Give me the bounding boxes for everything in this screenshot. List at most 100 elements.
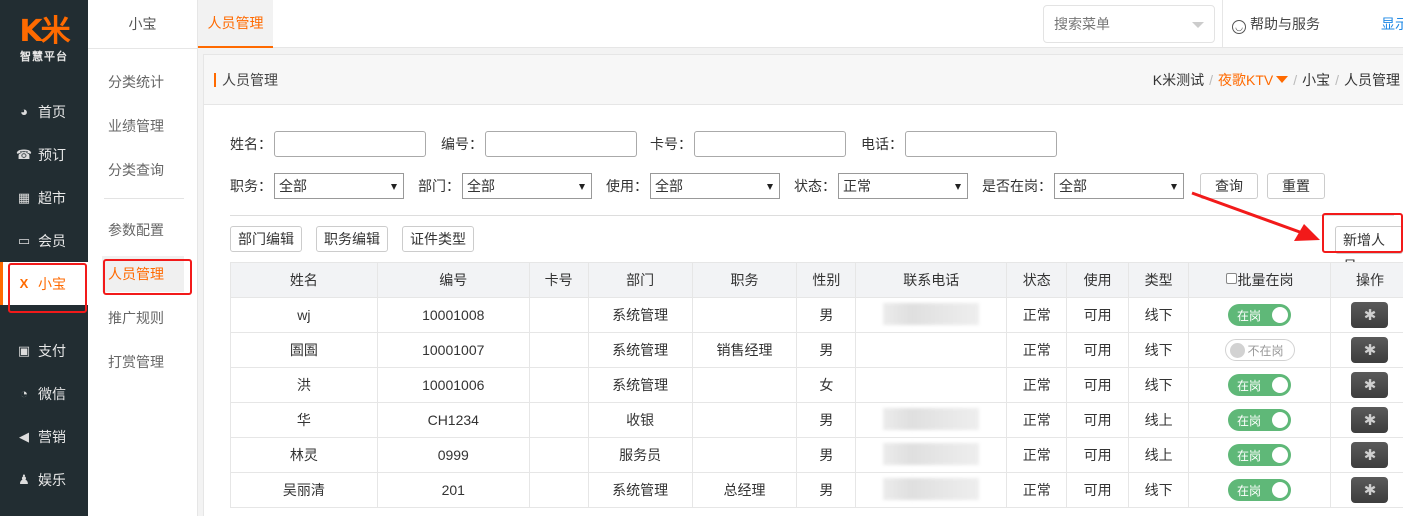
- onduty-toggle[interactable]: 在岗: [1228, 374, 1292, 396]
- cell-actions: ✱: [1329, 472, 1403, 508]
- dept-select-value: 全部: [467, 178, 495, 194]
- help-service-link[interactable]: ◡ 帮助与服务: [1232, 0, 1320, 48]
- column-header-dept[interactable]: 部门: [587, 262, 693, 298]
- cell-phone: [855, 402, 1008, 438]
- gear-icon[interactable]: ✱: [1351, 302, 1389, 328]
- sidebar-item-2[interactable]: ▦ 超市: [0, 176, 88, 219]
- column-header-card[interactable]: 卡号: [528, 262, 589, 298]
- dept-select[interactable]: 全部: [462, 173, 592, 199]
- page-title: 人员管理: [214, 55, 278, 105]
- breadcrumb-item[interactable]: K米测试: [1153, 72, 1204, 88]
- cell-actions: ✱: [1329, 437, 1403, 473]
- onduty-select[interactable]: 全部: [1054, 173, 1184, 199]
- toggle-knob: [1272, 482, 1289, 498]
- cell-card: [528, 367, 589, 403]
- batch-onduty-checkbox[interactable]: [1225, 273, 1237, 284]
- gear-icon[interactable]: ✱: [1351, 442, 1389, 468]
- onduty-toggle[interactable]: 在岗: [1228, 304, 1292, 326]
- gear-icon[interactable]: ✱: [1351, 337, 1389, 363]
- cell-actions: ✱: [1329, 402, 1403, 438]
- card-input[interactable]: [694, 131, 846, 157]
- show-link[interactable]: 显示: [1381, 0, 1403, 48]
- column-header-batch-onduty: 批量在岗: [1188, 262, 1331, 298]
- usage-label: 使用：: [606, 178, 648, 194]
- breadcrumb-item[interactable]: 小宝: [1302, 72, 1330, 88]
- cell-phone: [855, 367, 1008, 403]
- sidebar-item-7[interactable]: ◀ 营销: [0, 415, 88, 458]
- submenu-item-3[interactable]: 参数配置: [102, 212, 184, 248]
- status-select[interactable]: 正常: [838, 173, 968, 199]
- cell-card: [528, 297, 589, 333]
- submenu-panel: 小宝 分类统计 业绩管理 分类查询 参数配置 人员管理 推广规则 打赏管理: [88, 0, 198, 516]
- cell-name: 圄圄: [230, 332, 378, 368]
- table-row: 华 CH1234 收银 男 正常 可用 线上 在岗 ✱: [230, 402, 1403, 438]
- position-select[interactable]: 全部: [274, 173, 404, 199]
- column-header-position[interactable]: 职务: [691, 262, 798, 298]
- status-select-value: 正常: [843, 178, 871, 194]
- cell-name: wj: [230, 297, 378, 333]
- onduty-toggle[interactable]: 在岗: [1228, 444, 1292, 466]
- wechat-icon: ◔: [20, 386, 28, 401]
- column-header-status[interactable]: 状态: [1006, 262, 1068, 298]
- tab-staff-management[interactable]: 人员管理: [198, 0, 273, 48]
- sidebar-item-1[interactable]: ☎ 预订: [0, 133, 88, 176]
- dept-edit-button[interactable]: 部门编辑: [230, 226, 302, 252]
- cell-name: 洪: [230, 367, 378, 403]
- submenu-item-4[interactable]: 人员管理: [102, 256, 184, 292]
- column-header-usage[interactable]: 使用: [1066, 262, 1130, 298]
- annotation-arrow-icon: [1191, 191, 1320, 241]
- cell-code: 10001008: [376, 297, 530, 333]
- name-input[interactable]: [274, 131, 426, 157]
- sidebar-item-6[interactable]: ◔ 微信: [0, 372, 88, 415]
- code-input[interactable]: [485, 131, 637, 157]
- column-header-code[interactable]: 编号: [376, 262, 530, 298]
- gear-icon[interactable]: ✱: [1351, 372, 1389, 398]
- gear-icon[interactable]: ✱: [1351, 477, 1389, 503]
- sidebar-item-label: 首页: [38, 103, 66, 120]
- column-header-gender[interactable]: 性别: [796, 262, 857, 298]
- dropdown-arrow-icon: [767, 184, 773, 190]
- sidebar-item-3[interactable]: ▭ 会员: [0, 219, 88, 262]
- cell-onduty: 在岗: [1188, 402, 1331, 438]
- sidebar-item-4[interactable]: X 小宝: [0, 262, 88, 305]
- cell-code: 0999: [376, 437, 530, 473]
- sidebar-item-8[interactable]: ♟ 娱乐: [0, 458, 88, 501]
- submenu-item-5[interactable]: 推广规则: [102, 300, 184, 336]
- cell-status: 正常: [1006, 297, 1068, 333]
- sidebar-item-5[interactable]: ▣ 支付: [0, 329, 88, 372]
- cell-name: 林灵: [230, 437, 378, 473]
- onduty-toggle[interactable]: 不在岗: [1224, 339, 1295, 361]
- column-header-phone[interactable]: 联系电话: [855, 262, 1008, 298]
- brand-logo[interactable]: K米 智慧平台: [0, 14, 88, 74]
- id-type-button[interactable]: 证件类型: [402, 226, 474, 252]
- cell-status: 正常: [1006, 402, 1068, 438]
- table-row: 圄圄 10001007 系统管理 销售经理男 正常 可用 线下 不在岗 ✱: [230, 332, 1403, 368]
- sidebar-item-label: 小宝: [38, 275, 66, 292]
- blurred-phone: [883, 407, 980, 430]
- breadcrumb-item-current: 人员管理: [1344, 72, 1400, 88]
- submenu-item-0[interactable]: 分类统计: [102, 64, 184, 100]
- onduty-toggle[interactable]: 在岗: [1228, 409, 1292, 431]
- cell-onduty: 在岗: [1188, 367, 1331, 403]
- column-header-name[interactable]: 姓名: [230, 262, 378, 298]
- column-header-type[interactable]: 类型: [1128, 262, 1190, 298]
- position-edit-button[interactable]: 职务编辑: [316, 226, 388, 252]
- search-menu-select[interactable]: 搜索菜单: [1043, 5, 1215, 43]
- breadcrumb-store-dropdown[interactable]: 夜歌KTV: [1218, 72, 1289, 88]
- onduty-toggle-label: 不在岗: [1247, 343, 1284, 358]
- gear-icon[interactable]: ✱: [1351, 407, 1389, 433]
- submenu-item-6[interactable]: 打赏管理: [102, 344, 184, 380]
- filter-row-2: 职务： 全部 部门： 全部 使用： 全部 状态： 正常 是否在岗： 全部 查询 …: [230, 173, 1325, 199]
- submenu-item-1[interactable]: 业绩管理: [102, 108, 184, 144]
- breadcrumb-separator: /: [1335, 72, 1339, 88]
- sidebar-item-0[interactable]: ◕ 首页: [0, 90, 88, 133]
- phone-input[interactable]: [905, 131, 1057, 157]
- add-staff-button[interactable]: 新增人员: [1335, 226, 1403, 274]
- name-label: 姓名：: [230, 136, 272, 152]
- onduty-toggle[interactable]: 在岗: [1228, 479, 1292, 501]
- submenu-item-2[interactable]: 分类查询: [102, 152, 184, 188]
- cell-name: 吴丽清: [230, 472, 378, 508]
- cell-gender: 男: [796, 402, 857, 438]
- table-body: wj 10001008 系统管理男正常 可用 线下 在岗 ✱ 圄圄 10001007 系统管理 销售…: [230, 297, 1403, 508]
- usage-select[interactable]: 全部: [650, 173, 780, 199]
